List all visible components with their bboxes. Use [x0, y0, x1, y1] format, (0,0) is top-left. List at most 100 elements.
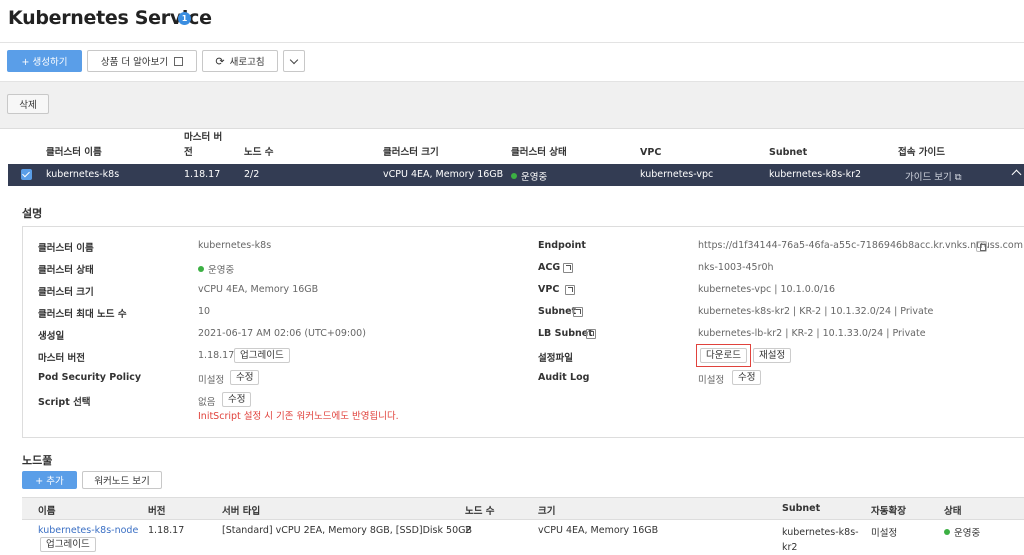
view-worker-nodes-button[interactable]: 워커노드 보기 — [82, 471, 162, 489]
col-header-subnet[interactable]: Subnet — [769, 145, 807, 160]
col-header-master-version-line1: 마스터 버 — [184, 132, 223, 143]
status-running-icon — [944, 529, 950, 535]
script-label: Script 선택 — [38, 397, 91, 408]
action-bar — [0, 81, 1024, 128]
audit-log-label: Audit Log — [538, 372, 590, 383]
cluster-size-cell: vCPU 4EA, Memory 16GB — [383, 169, 504, 180]
external-link-icon[interactable] — [563, 263, 573, 273]
psp-label: Pod Security Policy — [38, 372, 142, 383]
nodepool-server-type-cell: [Standard] vCPU 2EA, Memory 8GB, [SSD]Di… — [222, 525, 472, 536]
vpc-label: VPC — [538, 284, 560, 295]
info-badge[interactable]: 1 — [178, 12, 191, 25]
cluster-status-value-text: 운영중 — [208, 265, 235, 276]
lb-subnet-label: LB Subnet — [538, 328, 593, 339]
acg-value: nks-1003-45r0h — [698, 262, 774, 273]
cluster-status-value: 운영중 — [198, 262, 234, 276]
copy-icon: ⧉ — [954, 172, 962, 183]
delete-button[interactable]: 삭제 — [7, 94, 49, 114]
script-value: 없음 — [198, 397, 216, 408]
vpc-value: kubernetes-vpc | 10.1.0.0/16 — [698, 284, 836, 295]
max-nodes-label: 클러스터 최대 노드 수 — [38, 309, 127, 320]
nodepool-nodes-cell: 2 — [465, 525, 472, 536]
audit-edit-button[interactable]: 수정 — [732, 370, 762, 385]
cluster-status-text: 운영중 — [521, 172, 548, 183]
endpoint-value: https://d1f34144-76a5-46fa-a55c-7186946b… — [698, 240, 1023, 251]
row-checkbox[interactable] — [21, 169, 32, 180]
add-nodepool-button[interactable]: + 추가 — [22, 471, 77, 489]
lb-subnet-value: kubernetes-lb-kr2 | KR-2 | 10.1.33.0/24 … — [698, 328, 926, 339]
col-header-status[interactable]: 클러스터 상태 — [511, 145, 567, 160]
endpoint-label: Endpoint — [538, 240, 586, 251]
col-header-vpc[interactable]: VPC — [640, 145, 661, 160]
nodepool-size-cell: vCPU 4EA, Memory 16GB — [538, 525, 659, 536]
nodepool-version-cell: 1.18.17 — [148, 525, 185, 536]
cluster-status-label: 클러스터 상태 — [38, 265, 94, 276]
config-file-label: 설정파일 — [538, 353, 573, 364]
np-col-subnet[interactable]: Subnet — [782, 503, 820, 514]
more-dropdown-button[interactable] — [283, 50, 305, 72]
cluster-size-label: 클러스터 크기 — [38, 287, 94, 298]
master-version-label: 마스터 버전 — [38, 353, 86, 364]
nodepool-subnet-cell: kubernetes-k8s- kr2 — [782, 525, 859, 555]
cluster-size-value: vCPU 4EA, Memory 16GB — [198, 284, 319, 295]
learn-more-button[interactable]: 상품 더 알아보기 — [87, 50, 197, 72]
col-header-nodes[interactable]: 노드 수 — [244, 145, 274, 160]
nodepool-name-link[interactable]: kubernetes-k8s-node — [38, 525, 138, 536]
np-col-version[interactable]: 버전 — [148, 503, 165, 517]
np-col-name[interactable]: 이름 — [38, 503, 55, 517]
external-link-icon[interactable] — [586, 329, 596, 339]
created-value: 2021-06-17 AM 02:06 (UTC+09:00) — [198, 328, 366, 339]
master-version-value: 1.18.17 — [198, 350, 235, 361]
np-col-server-type[interactable]: 서버 타입 — [222, 503, 260, 517]
refresh-button[interactable]: ⟳ 새로고침 — [202, 50, 278, 72]
col-header-master-version[interactable]: 마스터 버 전 — [184, 130, 222, 160]
upgrade-button[interactable]: 업그레이드 — [234, 348, 290, 363]
nodepool-subnet-line2: kr2 — [782, 542, 798, 553]
status-running-icon — [511, 173, 517, 179]
reset-button[interactable]: 재설정 — [753, 348, 792, 363]
guide-link[interactable]: 가이드 보기 ⧉ — [905, 169, 962, 183]
chevron-down-icon — [289, 55, 299, 64]
audit-log-value: 미설정 — [698, 375, 725, 386]
col-header-size[interactable]: 클러스터 크기 — [383, 145, 439, 160]
nodepool-section-title: 노드풀 — [22, 454, 53, 467]
nodepool-autoscale-cell: 미설정 — [871, 528, 898, 539]
guide-link-label: 가이드 보기 — [905, 172, 952, 183]
created-label: 생성일 — [38, 331, 65, 342]
psp-edit-button[interactable]: 수정 — [230, 370, 260, 385]
external-link-icon — [174, 56, 184, 66]
cluster-name-cell: kubernetes-k8s — [46, 169, 120, 180]
np-col-autoscale[interactable]: 자동확장 — [871, 503, 906, 517]
cluster-subnet-cell: kubernetes-k8s-kr2 — [769, 169, 862, 180]
learn-more-label: 상품 더 알아보기 — [100, 57, 169, 68]
cluster-vpc-cell: kubernetes-vpc — [640, 169, 714, 180]
cluster-status-cell: 운영중 — [511, 169, 547, 183]
cluster-name-value: kubernetes-k8s — [198, 240, 272, 251]
subnet-value: kubernetes-k8s-kr2 | KR-2 | 10.1.32.0/24… — [698, 306, 934, 317]
max-nodes-value: 10 — [198, 306, 211, 317]
col-header-master-version-line2: 전 — [184, 147, 193, 158]
refresh-label: 새로고침 — [229, 57, 265, 68]
np-col-status[interactable]: 상태 — [944, 503, 961, 517]
create-button[interactable]: + 생성하기 — [7, 50, 82, 72]
header-divider — [0, 42, 1024, 43]
external-link-icon[interactable] — [565, 285, 575, 295]
detail-section-title: 설명 — [22, 207, 43, 220]
cluster-version-cell: 1.18.17 — [184, 169, 221, 180]
nodepool-status-cell: 운영중 — [944, 525, 980, 539]
status-running-icon — [198, 266, 204, 272]
col-header-guide[interactable]: 접속 가이드 — [898, 145, 945, 160]
cluster-name-label: 클러스터 이름 — [38, 243, 94, 254]
nodepool-upgrade-button[interactable]: 업그레이드 — [40, 537, 96, 552]
psp-value: 미설정 — [198, 375, 225, 386]
subnet-label: Subnet — [538, 306, 577, 317]
script-edit-button[interactable]: 수정 — [222, 392, 252, 407]
action-bar-divider — [0, 128, 1024, 129]
np-col-nodes[interactable]: 노드 수 — [465, 503, 495, 517]
external-link-icon[interactable] — [573, 307, 583, 317]
download-button[interactable]: 다운로드 — [700, 348, 747, 363]
np-col-size[interactable]: 크기 — [538, 503, 555, 517]
copy-icon[interactable] — [976, 241, 987, 252]
col-header-name[interactable]: 클러스터 이름 — [46, 145, 102, 160]
nodepool-subnet-line1: kubernetes-k8s- — [782, 527, 859, 538]
